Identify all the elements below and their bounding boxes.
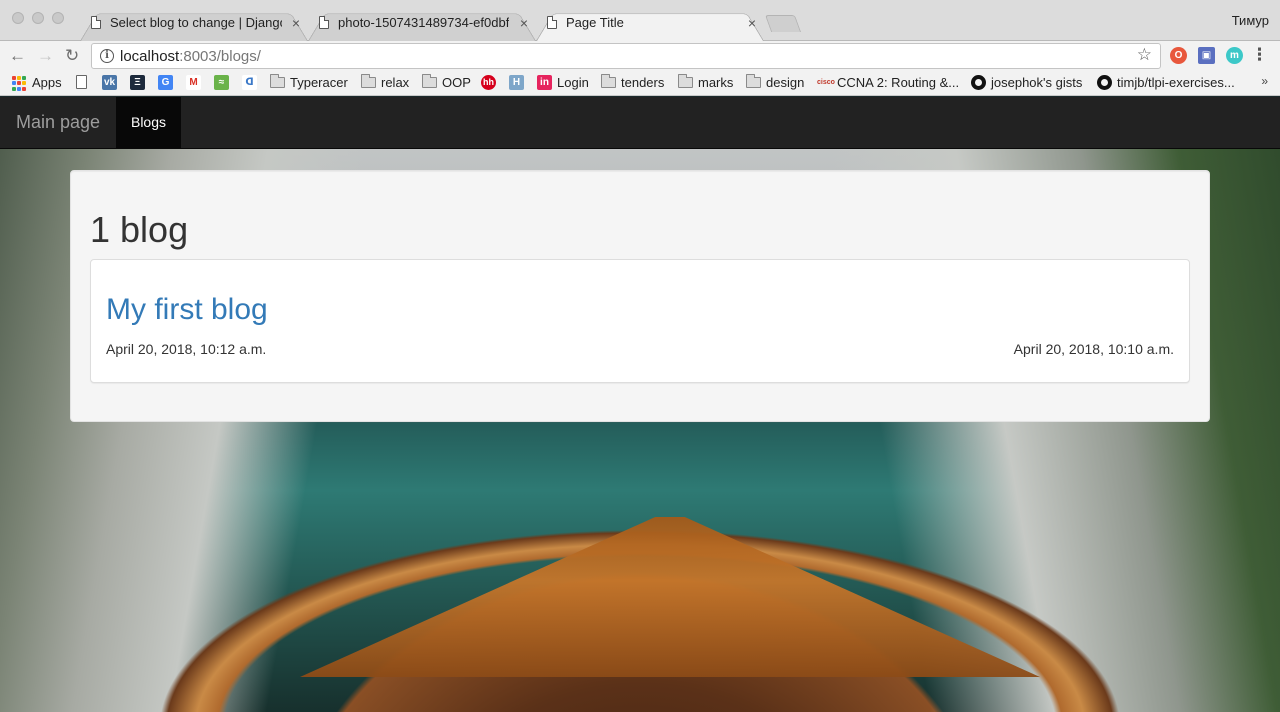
extension-opera-icon[interactable]: O <box>1170 47 1187 64</box>
document-icon <box>91 16 101 29</box>
folder-icon <box>422 74 437 88</box>
url-text[interactable]: localhost:8003/blogs/ <box>120 48 261 65</box>
vk-icon[interactable]: vk <box>102 75 117 90</box>
reload-icon[interactable]: ↻ <box>65 46 79 66</box>
document-icon <box>319 16 329 29</box>
document-icon <box>547 16 557 29</box>
folder-icon <box>361 74 376 88</box>
blog-card: My first blog April 20, 2018, 10:12 a.m.… <box>90 259 1190 383</box>
nav-main-page-link[interactable]: Main page <box>16 112 100 133</box>
nav-blogs-link[interactable]: Blogs <box>116 97 181 148</box>
tab-label: Page Title <box>566 15 624 30</box>
tab-strip: Select blog to change | Django × photo-1… <box>0 0 1280 41</box>
bookmark-login[interactable]: Login <box>557 75 589 91</box>
forward-arrow-icon[interactable]: → <box>37 46 54 66</box>
profile-name[interactable]: Тимур <box>1232 13 1269 28</box>
tab-django-admin[interactable]: Select blog to change | Django × <box>80 8 308 41</box>
blog-title-link[interactable]: My first blog <box>106 293 268 327</box>
github-icon <box>1097 75 1112 90</box>
bookmarks-overflow-icon[interactable]: » <box>1261 74 1268 88</box>
page-heading: 1 blog <box>90 209 189 250</box>
tab-photo[interactable]: photo-1507431489734-ef0dbf × <box>308 8 536 41</box>
bookmark-apps[interactable]: Apps <box>32 75 62 91</box>
bookmark-star-icon[interactable]: ☆ <box>1137 45 1152 65</box>
bookmark-typeracer[interactable]: Typeracer <box>290 75 348 91</box>
extension-robot-icon[interactable]: ▣ <box>1198 47 1215 64</box>
green-icon[interactable]: ≈ <box>214 75 229 90</box>
bookmarks-bar: Apps vk Ξ G M ≈ ᗡ Typeracer relax OOP hh… <box>0 71 1280 96</box>
tab-page-title[interactable]: Page Title × <box>536 8 764 41</box>
menu-kebab-icon[interactable]: ⋮ <box>1251 45 1268 65</box>
window-zoom-button[interactable] <box>52 12 64 24</box>
site-navbar: Main page Blogs <box>0 97 1280 149</box>
extension-m-icon[interactable]: m <box>1226 47 1243 64</box>
new-tab-button[interactable] <box>764 15 802 32</box>
bookmark-oop[interactable]: OOP <box>442 75 471 91</box>
folder-icon <box>746 74 761 88</box>
cisco-icon: cisco <box>817 79 835 86</box>
hh-icon[interactable]: hh <box>481 75 496 90</box>
tab-close-icon[interactable]: × <box>520 8 528 38</box>
swirl-icon[interactable]: ᗡ <box>242 75 257 90</box>
e-icon[interactable]: Ξ <box>130 75 145 90</box>
bookmark-marks[interactable]: marks <box>698 75 733 91</box>
browser-toolbar: ← → ↻ i localhost:8003/blogs/ ☆ O ▣ m ⋮ <box>0 41 1280 71</box>
folder-icon <box>678 74 693 88</box>
info-icon[interactable]: i <box>100 49 114 63</box>
page-icon[interactable] <box>76 75 87 89</box>
bookmark-tenders[interactable]: tenders <box>621 75 664 91</box>
github-icon <box>971 75 986 90</box>
window-minimize-button[interactable] <box>32 12 44 24</box>
blog-date-right: April 20, 2018, 10:10 a.m. <box>1013 341 1174 357</box>
tab-label: Select blog to change | Django <box>110 15 282 30</box>
bookmark-design[interactable]: design <box>766 75 804 91</box>
bookmark-relax[interactable]: relax <box>381 75 409 91</box>
folder-icon <box>601 74 616 88</box>
back-arrow-icon[interactable]: ← <box>9 46 26 66</box>
bookmark-ccna[interactable]: CCNA 2: Routing &... <box>837 75 959 91</box>
gmail-icon[interactable]: M <box>186 75 201 90</box>
address-bar[interactable]: i localhost:8003/blogs/ ☆ <box>91 43 1161 69</box>
bookmark-tlpi-exercises[interactable]: timjb/tlpi-exercises... <box>1117 75 1235 91</box>
tab-label: photo-1507431489734-ef0dbf <box>338 15 510 30</box>
h-icon[interactable]: H <box>509 75 524 90</box>
translate-icon[interactable]: G <box>158 75 173 90</box>
window-close-button[interactable] <box>12 12 24 24</box>
page-viewport: Main page Blogs 1 blog My first blog Apr… <box>0 97 1280 712</box>
invision-icon: in <box>537 75 552 90</box>
bookmark-josephok-gists[interactable]: josephok's gists <box>991 75 1082 91</box>
apps-grid-icon[interactable] <box>12 76 27 91</box>
tab-close-icon[interactable]: × <box>292 8 300 38</box>
tab-close-icon[interactable]: × <box>748 8 756 38</box>
blog-date-left: April 20, 2018, 10:12 a.m. <box>106 341 267 357</box>
folder-icon <box>270 74 285 88</box>
content-panel: 1 blog My first blog April 20, 2018, 10:… <box>70 170 1210 422</box>
